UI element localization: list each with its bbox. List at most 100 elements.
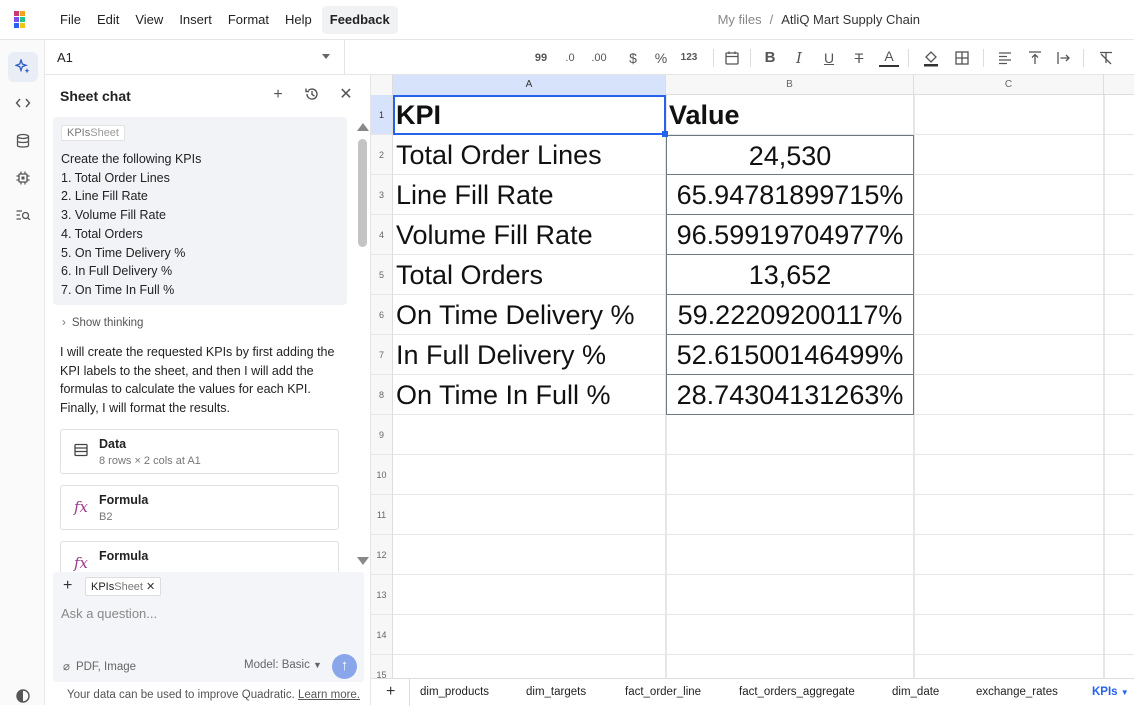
learn-more-link[interactable]: Learn more. (298, 689, 360, 701)
column-header-b[interactable]: B (666, 75, 914, 95)
row-header[interactable]: 5 (371, 255, 393, 295)
sheet-tab-dim-products[interactable]: dim_products (420, 686, 489, 698)
cell-value[interactable] (666, 455, 914, 495)
scroll-down-icon[interactable] (357, 557, 369, 565)
cell-empty[interactable] (914, 175, 1104, 215)
cell-kpi[interactable] (393, 615, 666, 655)
decrease-decimal-icon[interactable]: .0 (560, 47, 580, 69)
menu-file[interactable]: File (52, 6, 89, 34)
cell-kpi[interactable]: In Full Delivery % (393, 335, 666, 375)
cell-value[interactable]: 24,530 (666, 135, 914, 175)
tool-card-data[interactable]: Data 8 rows × 2 cols at A1 (60, 429, 339, 474)
cell-empty[interactable] (914, 335, 1104, 375)
cell-empty[interactable] (914, 535, 1104, 575)
menu-edit[interactable]: Edit (89, 6, 127, 34)
cell-kpi[interactable] (393, 415, 666, 455)
quote-format-icon[interactable]: 99 (531, 47, 551, 69)
cell-empty[interactable] (914, 375, 1104, 415)
text-color-icon[interactable]: A (879, 47, 899, 67)
text-wrap-icon[interactable] (1054, 47, 1074, 69)
cell-value[interactable]: 65.94781899715% (666, 175, 914, 215)
sheet-tab-dim-date[interactable]: dim_date (892, 686, 939, 698)
new-chat-icon[interactable]: + (269, 86, 287, 104)
send-button[interactable]: ↑ (332, 654, 357, 679)
breadcrumb-my-files[interactable]: My files (718, 12, 762, 27)
menu-insert[interactable]: Insert (171, 6, 220, 34)
cell-value[interactable] (666, 535, 914, 575)
quadratic-logo[interactable] (14, 11, 28, 29)
cell-value[interactable]: 13,652 (666, 255, 914, 295)
strikethrough-icon[interactable]: T (849, 47, 869, 69)
close-icon[interactable]: ✕ (337, 86, 355, 104)
tool-card-formula[interactable]: fx Formula (60, 541, 339, 572)
cell-kpi[interactable]: On Time Delivery % (393, 295, 666, 335)
cell-reference-box[interactable]: A1 (45, 40, 345, 75)
increase-decimal-icon[interactable]: .00 (589, 47, 609, 69)
model-select[interactable]: Model: Basic ▼ (244, 659, 322, 671)
tool-card-formula[interactable]: fx Formula B2 (60, 485, 339, 530)
cell-empty[interactable] (914, 135, 1104, 175)
borders-icon[interactable] (952, 47, 972, 69)
add-sheet-icon[interactable]: + (386, 683, 395, 701)
show-thinking-toggle[interactable]: › Show thinking (62, 317, 143, 329)
cell-kpi[interactable] (393, 655, 666, 678)
context-chip[interactable]: KPIsSheet ✕ (85, 577, 162, 596)
theme-toggle-icon[interactable] (8, 686, 38, 705)
cell-value[interactable] (666, 655, 914, 678)
cell-empty[interactable] (914, 615, 1104, 655)
cell-kpi[interactable] (393, 455, 666, 495)
cell-empty[interactable] (914, 495, 1104, 535)
currency-format-icon[interactable]: $ (623, 47, 643, 69)
file-name[interactable]: AtliQ Mart Supply Chain (781, 12, 920, 27)
chevron-down-icon[interactable] (322, 54, 330, 59)
cell-empty[interactable] (914, 95, 1104, 135)
underline-icon[interactable]: U (819, 47, 839, 69)
code-icon[interactable] (8, 88, 38, 118)
sheet-tab-exchange-rates[interactable]: exchange_rates (976, 686, 1058, 698)
chat-scrollbar[interactable] (357, 121, 369, 571)
cell-kpi[interactable]: Volume Fill Rate (393, 215, 666, 255)
cell-empty[interactable] (914, 415, 1104, 455)
row-header[interactable]: 15 (371, 655, 393, 678)
cell-value[interactable]: Value (666, 95, 914, 135)
chat-input[interactable]: Ask a question... (61, 606, 157, 621)
bold-icon[interactable]: B (760, 47, 780, 69)
chip-icon[interactable] (8, 163, 38, 193)
cell-empty[interactable] (914, 655, 1104, 678)
number-format-icon[interactable]: 123 (679, 47, 699, 69)
cell-empty[interactable] (914, 295, 1104, 335)
cell-value[interactable]: 96.59919704977% (666, 215, 914, 255)
clear-formatting-icon[interactable] (1096, 47, 1116, 69)
row-header[interactable]: 7 (371, 335, 393, 375)
attach-button[interactable]: ⌀ PDF, Image (63, 659, 136, 673)
column-header-a[interactable]: A (393, 75, 666, 95)
row-header[interactable]: 14 (371, 615, 393, 655)
cell-value[interactable]: 28.74304131263% (666, 375, 914, 415)
feedback-button[interactable]: Feedback (321, 6, 398, 34)
percent-format-icon[interactable]: % (651, 47, 671, 69)
align-top-icon[interactable] (1025, 47, 1045, 69)
italic-icon[interactable]: I (789, 47, 809, 69)
menu-help[interactable]: Help (277, 6, 320, 34)
cell-value[interactable] (666, 415, 914, 455)
spreadsheet-grid[interactable]: A B C KPI Value Total Order Lines 24,530 Lin… (371, 75, 1134, 678)
sheet-tab-dim-targets[interactable]: dim_targets (526, 686, 586, 698)
row-header[interactable]: 13 (371, 575, 393, 615)
align-left-icon[interactable] (995, 47, 1015, 69)
cell-kpi[interactable] (393, 575, 666, 615)
cell-kpi[interactable]: Total Order Lines (393, 135, 666, 175)
cell-value[interactable]: 59.22209200117% (666, 295, 914, 335)
row-header[interactable]: 6 (371, 295, 393, 335)
row-header[interactable]: 9 (371, 415, 393, 455)
cell-kpi[interactable]: KPI (393, 95, 666, 135)
row-header[interactable]: 8 (371, 375, 393, 415)
cell-value[interactable] (666, 495, 914, 535)
cell-empty[interactable] (914, 255, 1104, 295)
cell-kpi[interactable]: On Time In Full % (393, 375, 666, 415)
scroll-thumb[interactable] (358, 139, 367, 247)
row-header[interactable]: 11 (371, 495, 393, 535)
row-header[interactable]: 12 (371, 535, 393, 575)
scroll-up-icon[interactable] (357, 123, 369, 131)
sheet-tab-fact-order-line[interactable]: fact_order_line (625, 686, 701, 698)
cell-empty[interactable] (914, 215, 1104, 255)
